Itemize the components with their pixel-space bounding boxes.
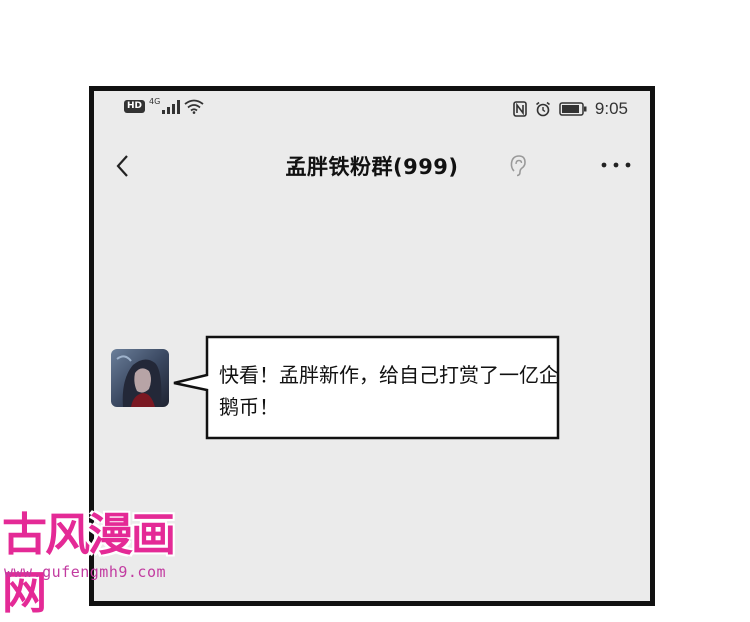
status-right: 9:05 [513,99,628,119]
clock: 9:05 [594,99,628,118]
watermark: 古风漫画网 www.gufengmh9.com [0,506,215,619]
hd-badge: HD [124,100,146,113]
chat-title: 孟胖铁粉群(999) [285,155,459,179]
status-left: HD 4G [124,97,204,114]
message-text: 快看！孟胖新作，给自己打赏了一亿企鹅币！ [219,363,559,419]
status-bar: HD 4G 9:05 [94,91,650,125]
signal-icon [162,99,181,114]
more-options-button[interactable] [599,157,633,173]
sender-avatar[interactable] [111,349,169,407]
watermark-url: www.gufengmh9.com [4,563,167,581]
nfc-icon [513,101,527,117]
more-dots-icon [601,162,631,168]
chat-header: 孟胖铁粉群(999) [94,141,650,191]
alarm-icon [535,101,550,117]
network-label: 4G [149,97,161,106]
battery-icon [559,102,587,116]
wifi-icon [184,99,204,114]
ear-icon[interactable] [508,153,528,179]
